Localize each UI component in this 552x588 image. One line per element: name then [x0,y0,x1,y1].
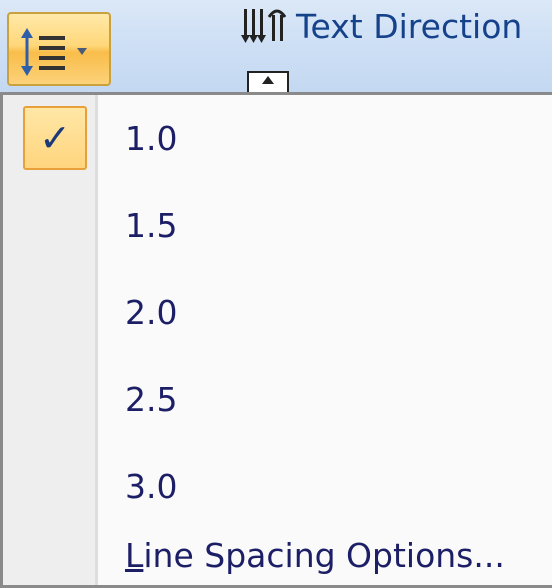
text-direction-label: Text Direction [296,6,523,46]
line-spacing-options-label: ine Spacing Options... [143,535,505,575]
menu-item-1-0[interactable]: 1.0 [125,108,177,168]
line-spacing-menu: ✓ 1.0 1.5 2.0 2.5 3.0 Line Spacing Optio… [0,92,552,588]
line-spacing-options-item[interactable]: Line Spacing Options... [125,525,505,585]
align-text-label-cropped [316,78,552,92]
menu-item-3-0[interactable]: 3.0 [125,456,177,516]
line-spacing-button[interactable] [7,12,111,86]
menu-item-2-0[interactable]: 2.0 [125,282,177,342]
ribbon-toolbar: Text Direction [0,0,552,92]
text-direction-icon [241,9,286,43]
menu-item-2-5[interactable]: 2.5 [125,369,177,429]
align-text-icon [247,71,289,92]
chevron-down-icon [77,48,87,55]
accelerator-key: L [125,535,144,575]
text-direction-button[interactable]: Text Direction [240,6,522,46]
checkmark-icon: ✓ [23,106,87,170]
menu-item-1-5[interactable]: 1.5 [125,195,177,255]
line-spacing-icon [21,28,87,76]
